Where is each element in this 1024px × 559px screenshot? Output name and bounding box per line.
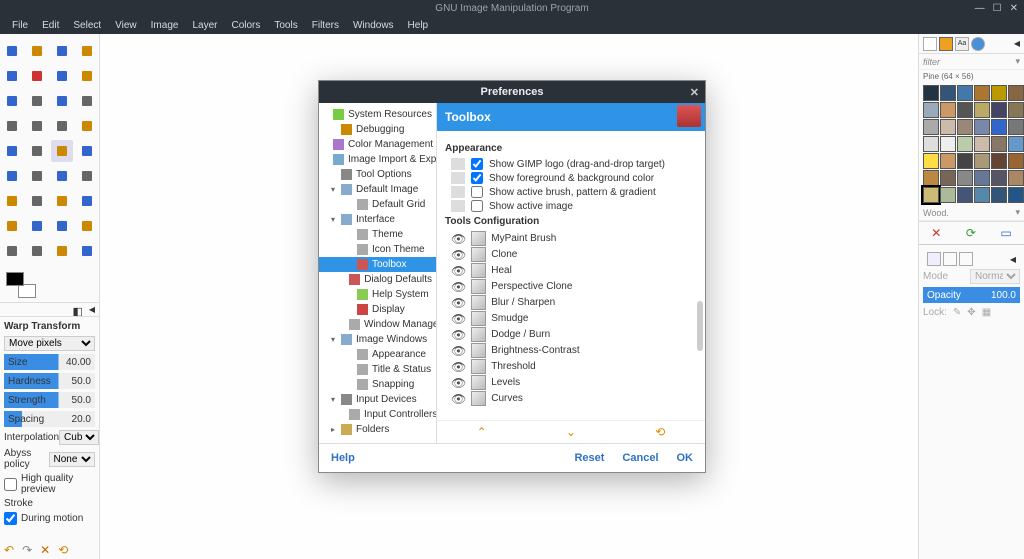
pref-tree-interface[interactable]: ▾Interface [319,212,436,227]
tool-config-row[interactable]: 👁 Levels [451,375,697,390]
visibility-toggle-icon[interactable]: 👁 [451,296,466,310]
tool-config-row[interactable]: 👁 Clone [451,247,697,262]
pref-tree-image-windows[interactable]: ▾Image Windows [319,332,436,347]
tool-icon [471,247,486,262]
pref-tree-help-system[interactable]: Help System [319,287,436,302]
appearance-checkbox[interactable] [471,172,483,184]
pref-tree-tool-options[interactable]: Tool Options [319,167,436,182]
appearance-section-title: Appearance [445,143,697,154]
tool-label: MyPaint Brush [491,233,556,244]
cancel-button[interactable]: Cancel [622,452,658,464]
appearance-option: Show foreground & background color [451,172,697,184]
option-icon [451,158,465,170]
tool-config-row[interactable]: 👁 Smudge [451,311,697,326]
dialog-title-bar: Preferences ✕ [319,81,705,103]
tool-label: Dodge / Burn [491,329,550,340]
pref-tree-toolbox[interactable]: Toolbox [319,257,436,272]
tool-icon [471,279,486,294]
preferences-tree: System ResourcesDebuggingColor Managemen… [319,103,437,443]
tool-label: Threshold [491,361,535,372]
pref-tree-image-import-export[interactable]: Image Import & Export [319,152,436,167]
preferences-page-header: Toolbox [437,103,705,131]
help-button[interactable]: Help [331,452,355,464]
option-icon [451,172,465,184]
reset-button[interactable]: Reset [574,452,604,464]
pref-tree-icon-theme[interactable]: Icon Theme [319,242,436,257]
toolbox-header-icon [677,105,701,127]
appearance-option: Show active brush, pattern & gradient [451,186,697,198]
tool-config-row[interactable]: 👁 MyPaint Brush [451,231,697,246]
reset-tools-icon[interactable]: ⟲ [655,425,665,439]
tool-icon [471,311,486,326]
pref-tree-color-management[interactable]: Color Management [319,137,436,152]
tool-label: Perspective Clone [491,281,572,292]
tool-label: Curves [491,393,523,404]
tool-config-row[interactable]: 👁 Curves [451,391,697,406]
pref-tree-appearance[interactable]: Appearance [319,347,436,362]
pref-tree-title-status[interactable]: Title & Status [319,362,436,377]
tool-label: Brightness-Contrast [491,345,579,356]
visibility-toggle-icon[interactable]: 👁 [451,280,466,294]
pref-tree-theme[interactable]: Theme [319,227,436,242]
preferences-dialog: Preferences ✕ System ResourcesDebuggingC… [318,80,706,473]
dialog-close-icon[interactable]: ✕ [690,86,699,99]
option-icon [451,200,465,212]
dialog-backdrop: Preferences ✕ System ResourcesDebuggingC… [0,0,1024,559]
tool-icon [471,327,486,342]
dialog-title: Preferences [481,86,544,98]
visibility-toggle-icon[interactable]: 👁 [451,232,466,246]
preferences-content: Toolbox Appearance Show GIMP logo (drag-… [437,103,705,443]
visibility-toggle-icon[interactable]: 👁 [451,360,466,374]
appearance-option: Show GIMP logo (drag-and-drop target) [451,158,697,170]
tool-config-row[interactable]: 👁 Blur / Sharpen [451,295,697,310]
visibility-toggle-icon[interactable]: 👁 [451,344,466,358]
tool-icon [471,343,486,358]
appearance-checkbox[interactable] [471,158,483,170]
pref-tree-input-devices[interactable]: ▾Input Devices [319,392,436,407]
tool-label: Clone [491,249,517,260]
move-down-icon[interactable]: ⌄ [566,425,576,439]
pref-tree-input-controllers[interactable]: Input Controllers [319,407,436,422]
tool-config-row[interactable]: 👁 Heal [451,263,697,278]
tools-config-section-title: Tools Configuration [445,216,697,227]
appearance-option: Show active image [451,200,697,212]
tool-config-row[interactable]: 👁 Brightness-Contrast [451,343,697,358]
pref-tree-dialog-defaults[interactable]: Dialog Defaults [319,272,436,287]
tool-icon [471,295,486,310]
tools-reorder-bar: ⌃ ⌄ ⟲ [437,420,705,443]
tool-config-row[interactable]: 👁 Perspective Clone [451,279,697,294]
appearance-checkbox[interactable] [471,200,483,212]
pref-tree-debugging[interactable]: Debugging [319,122,436,137]
tool-label: Smudge [491,313,528,324]
pref-tree-snapping[interactable]: Snapping [319,377,436,392]
tool-label: Heal [491,265,512,276]
visibility-toggle-icon[interactable]: 👁 [451,248,466,262]
pref-tree-default-image[interactable]: ▾Default Image [319,182,436,197]
pref-tree-system-resources[interactable]: System Resources [319,107,436,122]
scrollbar-thumb[interactable] [697,301,703,351]
ok-button[interactable]: OK [677,452,694,464]
tool-icon [471,359,486,374]
tool-config-row[interactable]: 👁 Threshold [451,359,697,374]
visibility-toggle-icon[interactable]: 👁 [451,392,466,406]
visibility-toggle-icon[interactable]: 👁 [451,376,466,390]
tool-icon [471,231,486,246]
tool-config-row[interactable]: 👁 Dodge / Burn [451,327,697,342]
visibility-toggle-icon[interactable]: 👁 [451,328,466,342]
pref-tree-display[interactable]: Display [319,302,436,317]
visibility-toggle-icon[interactable]: 👁 [451,264,466,278]
tool-icon [471,375,486,390]
option-icon [451,186,465,198]
pref-tree-folders[interactable]: ▸Folders [319,422,436,437]
tool-label: Levels [491,377,520,388]
appearance-checkbox[interactable] [471,186,483,198]
dialog-footer: Help Reset Cancel OK [319,443,705,472]
move-up-icon[interactable]: ⌃ [477,425,487,439]
pref-tree-default-grid[interactable]: Default Grid [319,197,436,212]
tool-icon [471,263,486,278]
tool-icon [471,391,486,406]
visibility-toggle-icon[interactable]: 👁 [451,312,466,326]
tool-label: Blur / Sharpen [491,297,555,308]
pref-tree-window-management[interactable]: Window Management [319,317,436,332]
